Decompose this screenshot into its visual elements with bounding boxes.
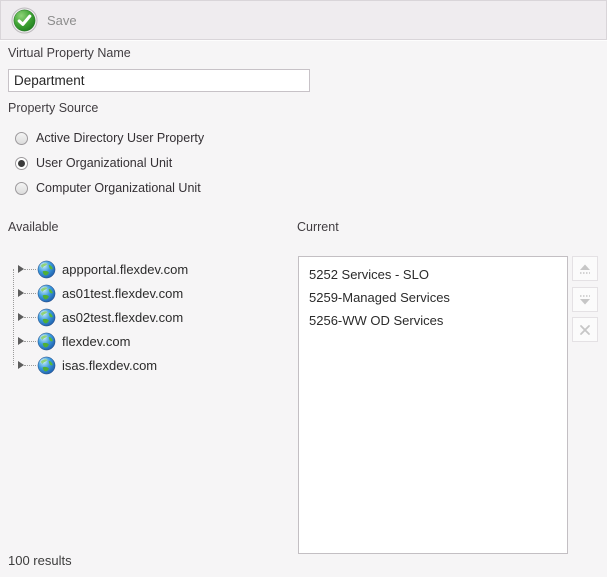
tree-item-label: appportal.flexdev.com (62, 262, 188, 277)
available-label: Available (8, 220, 59, 234)
results-count: 100 results (8, 553, 72, 568)
radio-circle-icon (15, 182, 28, 195)
virtual-property-editor: Save Virtual Property Name Property Sour… (0, 0, 607, 577)
property-source-label: Property Source (8, 101, 98, 115)
radio-user-organizational-unit[interactable]: User Organizational Unit (15, 152, 172, 174)
current-label: Current (297, 220, 339, 234)
save-button[interactable]: Save (11, 6, 77, 34)
radio-computer-organizational-unit[interactable]: Computer Organizational Unit (15, 177, 201, 199)
globe-icon (37, 332, 56, 351)
tree-item-as01test[interactable]: as01test.flexdev.com (8, 281, 288, 305)
toolbar: Save (0, 0, 607, 40)
x-icon (578, 323, 592, 337)
move-up-button[interactable] (572, 256, 598, 281)
tree-item-flexdev[interactable]: flexdev.com (8, 329, 288, 353)
list-item[interactable]: 5252 Services - SLO (299, 263, 567, 286)
current-listbox[interactable]: 5252 Services - SLO 5259-Managed Service… (298, 256, 568, 554)
remove-button[interactable] (572, 317, 598, 342)
radio-circle-icon (15, 132, 28, 145)
radio-label: Active Directory User Property (36, 131, 204, 145)
globe-icon (37, 260, 56, 279)
globe-icon (37, 356, 56, 375)
tree-connector (24, 341, 36, 342)
tree-item-label: as02test.flexdev.com (62, 310, 183, 325)
available-tree: appportal.flexdev.com as01test.flexdev.c… (8, 257, 288, 377)
tree-connector (24, 317, 36, 318)
tree-item-label: isas.flexdev.com (62, 358, 157, 373)
tree-item-appportal[interactable]: appportal.flexdev.com (8, 257, 288, 281)
radio-label: User Organizational Unit (36, 156, 172, 170)
virtual-property-name-label: Virtual Property Name (8, 46, 131, 60)
check-circle-icon (11, 7, 38, 34)
tree-connector (24, 293, 36, 294)
move-down-button[interactable] (572, 287, 598, 312)
globe-icon (37, 284, 56, 303)
radio-active-directory-user-property[interactable]: Active Directory User Property (15, 127, 204, 149)
tree-item-isas[interactable]: isas.flexdev.com (8, 353, 288, 377)
arrow-up-icon (578, 262, 592, 276)
tree-connector (24, 269, 36, 270)
virtual-property-name-input[interactable] (8, 69, 310, 92)
radio-circle-icon (15, 157, 28, 170)
tree-connector (24, 365, 36, 366)
tree-item-label: as01test.flexdev.com (62, 286, 183, 301)
tree-item-as02test[interactable]: as02test.flexdev.com (8, 305, 288, 329)
list-item[interactable]: 5259-Managed Services (299, 286, 567, 309)
radio-label: Computer Organizational Unit (36, 181, 201, 195)
arrow-down-icon (578, 293, 592, 307)
tree-item-label: flexdev.com (62, 334, 130, 349)
save-button-label: Save (47, 13, 77, 28)
globe-icon (37, 308, 56, 327)
list-item[interactable]: 5256-WW OD Services (299, 309, 567, 332)
